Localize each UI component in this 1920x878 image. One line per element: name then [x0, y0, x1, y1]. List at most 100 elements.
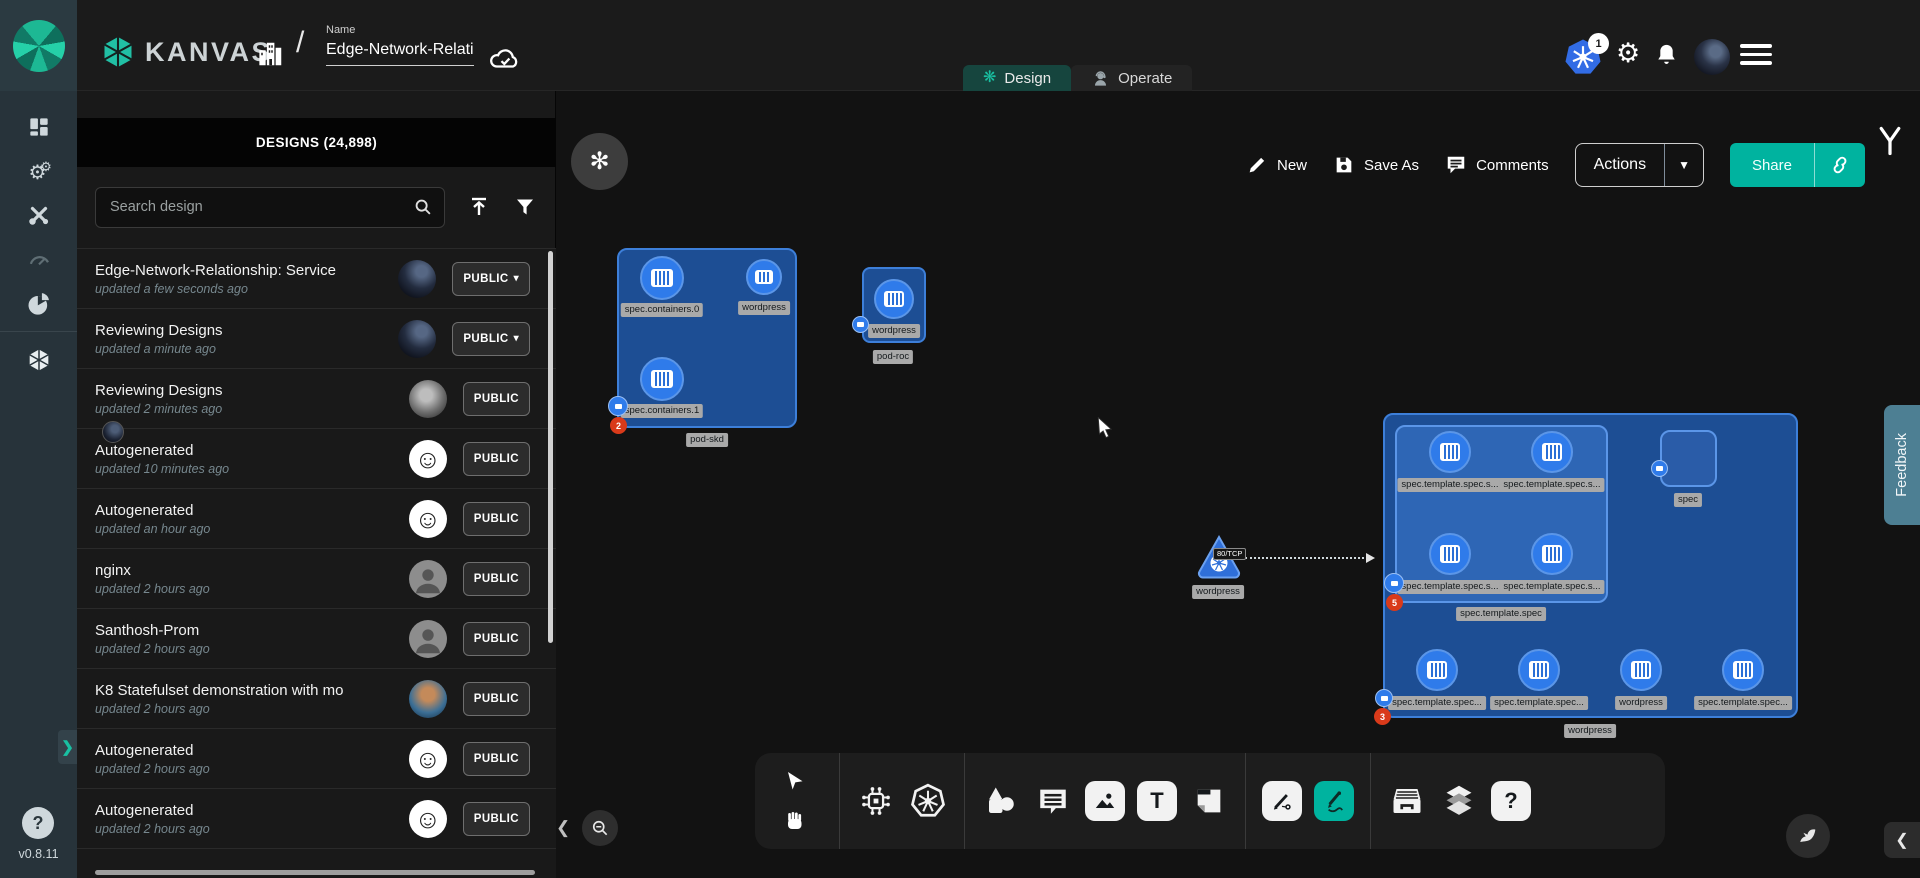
- visibility-select[interactable]: PUBLIC▾: [452, 262, 530, 296]
- help-tool[interactable]: ?: [1485, 775, 1537, 827]
- chevron-down-icon[interactable]: ▼: [1665, 158, 1703, 172]
- designs-vertical-scrollbar[interactable]: [548, 251, 553, 643]
- node-label: spec.template.spec...: [1388, 696, 1486, 710]
- design-name-input[interactable]: [326, 39, 474, 66]
- organization-icon[interactable]: [255, 39, 285, 69]
- tab-design[interactable]: ❋ Design: [963, 65, 1071, 91]
- node-label: spec: [1674, 493, 1702, 507]
- select-tool[interactable]: [769, 764, 821, 798]
- node-container[interactable]: [1429, 533, 1471, 575]
- layers-tool[interactable]: [1433, 775, 1485, 827]
- node-label: spec.template.spec...: [1694, 696, 1792, 710]
- menu-hamburger-icon[interactable]: [1740, 44, 1772, 70]
- canvas-action-bar: New Save As Comments Actions ▼ Share: [1246, 143, 1865, 187]
- visibility-badge[interactable]: PUBLIC: [463, 802, 530, 836]
- comments-button[interactable]: Comments: [1445, 154, 1549, 176]
- right-panel-collapse-chevron[interactable]: ❮: [1884, 822, 1920, 858]
- chevron-down-icon: ▾: [514, 333, 519, 344]
- designs-list: Edge-Network-Relationship: Serviceupdate…: [77, 248, 556, 878]
- node-container-spec-containers-1[interactable]: [640, 357, 684, 401]
- visibility-badge[interactable]: PUBLIC: [463, 502, 530, 536]
- pencil-scribble-icon: [1321, 788, 1347, 814]
- node-container-spec-containers-0[interactable]: [640, 256, 684, 300]
- node-container[interactable]: [1518, 649, 1560, 691]
- node-container-wordpress[interactable]: [746, 259, 782, 295]
- design-list-item[interactable]: Autogeneratedupdated 2 hours ago ☺ PUBLI…: [77, 728, 556, 788]
- copy-link-button[interactable]: [1815, 154, 1865, 176]
- design-list-item[interactable]: Reviewing Designsupdated a minute ago PU…: [77, 308, 556, 368]
- actions-split-button[interactable]: Actions ▼: [1575, 143, 1704, 187]
- settings-gear-icon[interactable]: ⚙: [1616, 40, 1640, 67]
- node-container[interactable]: [1620, 649, 1662, 691]
- share-split-button[interactable]: Share: [1730, 143, 1865, 187]
- sidebar-divider: [0, 331, 77, 332]
- gears-icon: ⚙⚙: [25, 157, 53, 185]
- node-container[interactable]: [1531, 431, 1573, 473]
- design-list-item[interactable]: Edge-Network-Relationship: Serviceupdate…: [77, 248, 556, 308]
- sidebar-item-dashboard[interactable]: [0, 105, 77, 149]
- design-list-item[interactable]: Santhosh-Promupdated 2 hours ago PUBLIC: [77, 608, 556, 668]
- notifications-bell-icon[interactable]: [1653, 42, 1680, 69]
- sidebar-item-lifecycle[interactable]: ⚙⚙: [0, 149, 77, 193]
- sidebar-item-performance[interactable]: [0, 237, 77, 281]
- filter-funnel-icon[interactable]: [513, 195, 537, 219]
- visibility-badge[interactable]: PUBLIC: [463, 562, 530, 596]
- visibility-select[interactable]: PUBLIC▾: [452, 322, 530, 356]
- pen-tool[interactable]: [1256, 775, 1308, 827]
- search-input[interactable]: [96, 199, 412, 215]
- archive-drawer-tool[interactable]: [1381, 775, 1433, 827]
- design-title: Autogenerated: [95, 802, 399, 819]
- node-container[interactable]: [1416, 649, 1458, 691]
- node-container-wordpress[interactable]: [874, 279, 914, 319]
- kubernetes-tool[interactable]: [902, 775, 954, 827]
- new-button[interactable]: New: [1246, 154, 1307, 176]
- freehand-draw-tool-active[interactable]: [1308, 775, 1360, 827]
- sidebar-item-extensions[interactable]: [0, 281, 77, 325]
- sidebar-item-kanvas[interactable]: [0, 338, 77, 382]
- node-container[interactable]: [1722, 649, 1764, 691]
- text-tool[interactable]: T: [1131, 775, 1183, 827]
- designs-horizontal-scrollbar[interactable]: [95, 870, 535, 875]
- design-list-item[interactable]: Reviewing Designsupdated 2 minutes ago P…: [77, 368, 556, 428]
- node-spec-template-spec[interactable]: [1395, 425, 1608, 603]
- visibility-badge[interactable]: PUBLIC: [463, 382, 530, 416]
- zoom-button[interactable]: [582, 810, 618, 846]
- node-spec[interactable]: [1660, 430, 1717, 487]
- node-container[interactable]: [1429, 431, 1471, 473]
- help-button[interactable]: ?: [22, 807, 54, 839]
- pan-tool[interactable]: [769, 804, 821, 838]
- design-canvas[interactable]: ✻ New Save As Comments Actions ▼ Share: [556, 91, 1920, 878]
- design-title: Reviewing Designs: [95, 322, 388, 339]
- note-tool[interactable]: [1183, 775, 1235, 827]
- sidebar-expand-chevron[interactable]: ❯: [58, 730, 77, 764]
- user-avatar[interactable]: [1694, 39, 1730, 75]
- components-tool[interactable]: [850, 775, 902, 827]
- design-list-item[interactable]: Autogeneratedupdated an hour ago ☺ PUBLI…: [77, 488, 556, 548]
- panel-collapse-chevron[interactable]: ❮: [556, 818, 570, 838]
- design-list-item[interactable]: Autogeneratedupdated 2 hours ago ☺ PUBLI…: [77, 788, 556, 848]
- import-design-icon[interactable]: [467, 195, 491, 219]
- image-tool[interactable]: [1079, 775, 1131, 827]
- visibility-badge[interactable]: PUBLIC: [463, 622, 530, 656]
- design-list-item[interactable]: nginxupdated 2 hours ago PUBLIC: [77, 548, 556, 608]
- flow-y-icon[interactable]: [1875, 124, 1905, 158]
- feedback-tab[interactable]: Feedback: [1884, 405, 1920, 525]
- canvas-menu-flower-button[interactable]: ✻: [571, 133, 628, 190]
- save-as-button[interactable]: Save As: [1333, 154, 1419, 176]
- visibility-badge[interactable]: PUBLIC: [463, 442, 530, 476]
- shapes-tool[interactable]: [975, 775, 1027, 827]
- visibility-badge[interactable]: PUBLIC: [463, 682, 530, 716]
- assistant-button[interactable]: [1786, 814, 1830, 858]
- node-container[interactable]: [1531, 533, 1573, 575]
- meshery-logo-button[interactable]: [0, 0, 77, 91]
- design-list-item[interactable]: Autogeneratedupdated 10 minutes ago ☺ PU…: [77, 428, 556, 488]
- design-list-item[interactable]: K8 Statefulset demonstration with moupda…: [77, 668, 556, 728]
- annotation-comment-tool[interactable]: [1027, 775, 1079, 827]
- sidebar-item-configuration[interactable]: [0, 193, 77, 237]
- visibility-badge[interactable]: PUBLIC: [463, 742, 530, 776]
- kanvas-brand[interactable]: KANVAS: [100, 33, 272, 71]
- text-tool-glyph: T: [1137, 781, 1177, 821]
- brand-text: KANVAS: [145, 37, 272, 68]
- node-label: spec.template.spec.s...: [1397, 580, 1502, 594]
- tab-operate[interactable]: Operate: [1071, 65, 1192, 91]
